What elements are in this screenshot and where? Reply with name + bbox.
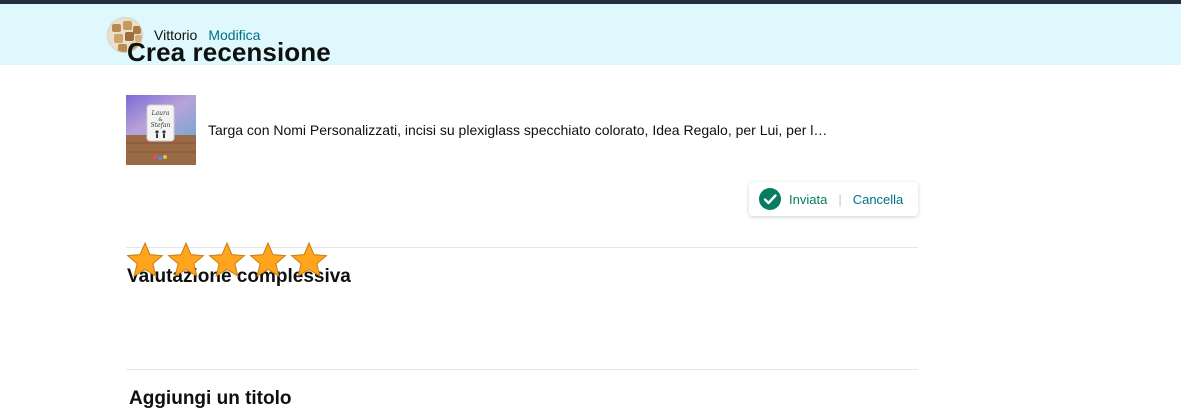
svg-text:Laura: Laura: [151, 110, 170, 117]
product-title: Targa con Nomi Personalizzati, incisi su…: [208, 122, 828, 138]
product-summary: Laura & Stefan Targa con Nomi Personaliz…: [126, 95, 908, 165]
check-circle-icon: [759, 188, 781, 210]
product-image-icon: Laura & Stefan: [126, 95, 196, 165]
add-title-label: Aggiungi un titolo: [129, 388, 292, 409]
star-rating[interactable]: [126, 241, 328, 279]
star-icon[interactable]: [249, 241, 287, 279]
page-title: Crea recensione: [127, 37, 331, 67]
product-thumbnail: Laura & Stefan: [126, 95, 196, 165]
divider: [126, 369, 918, 370]
svg-text:Stefan: Stefan: [151, 122, 171, 129]
star-icon[interactable]: [126, 241, 164, 279]
star-icon[interactable]: [290, 241, 328, 279]
star-icon[interactable]: [167, 241, 205, 279]
submission-status: Inviata | Cancella: [749, 182, 918, 216]
star-icon[interactable]: [208, 241, 246, 279]
status-separator: |: [838, 191, 842, 207]
status-text: Inviata: [789, 191, 828, 207]
cancel-link[interactable]: Cancella: [853, 192, 904, 207]
